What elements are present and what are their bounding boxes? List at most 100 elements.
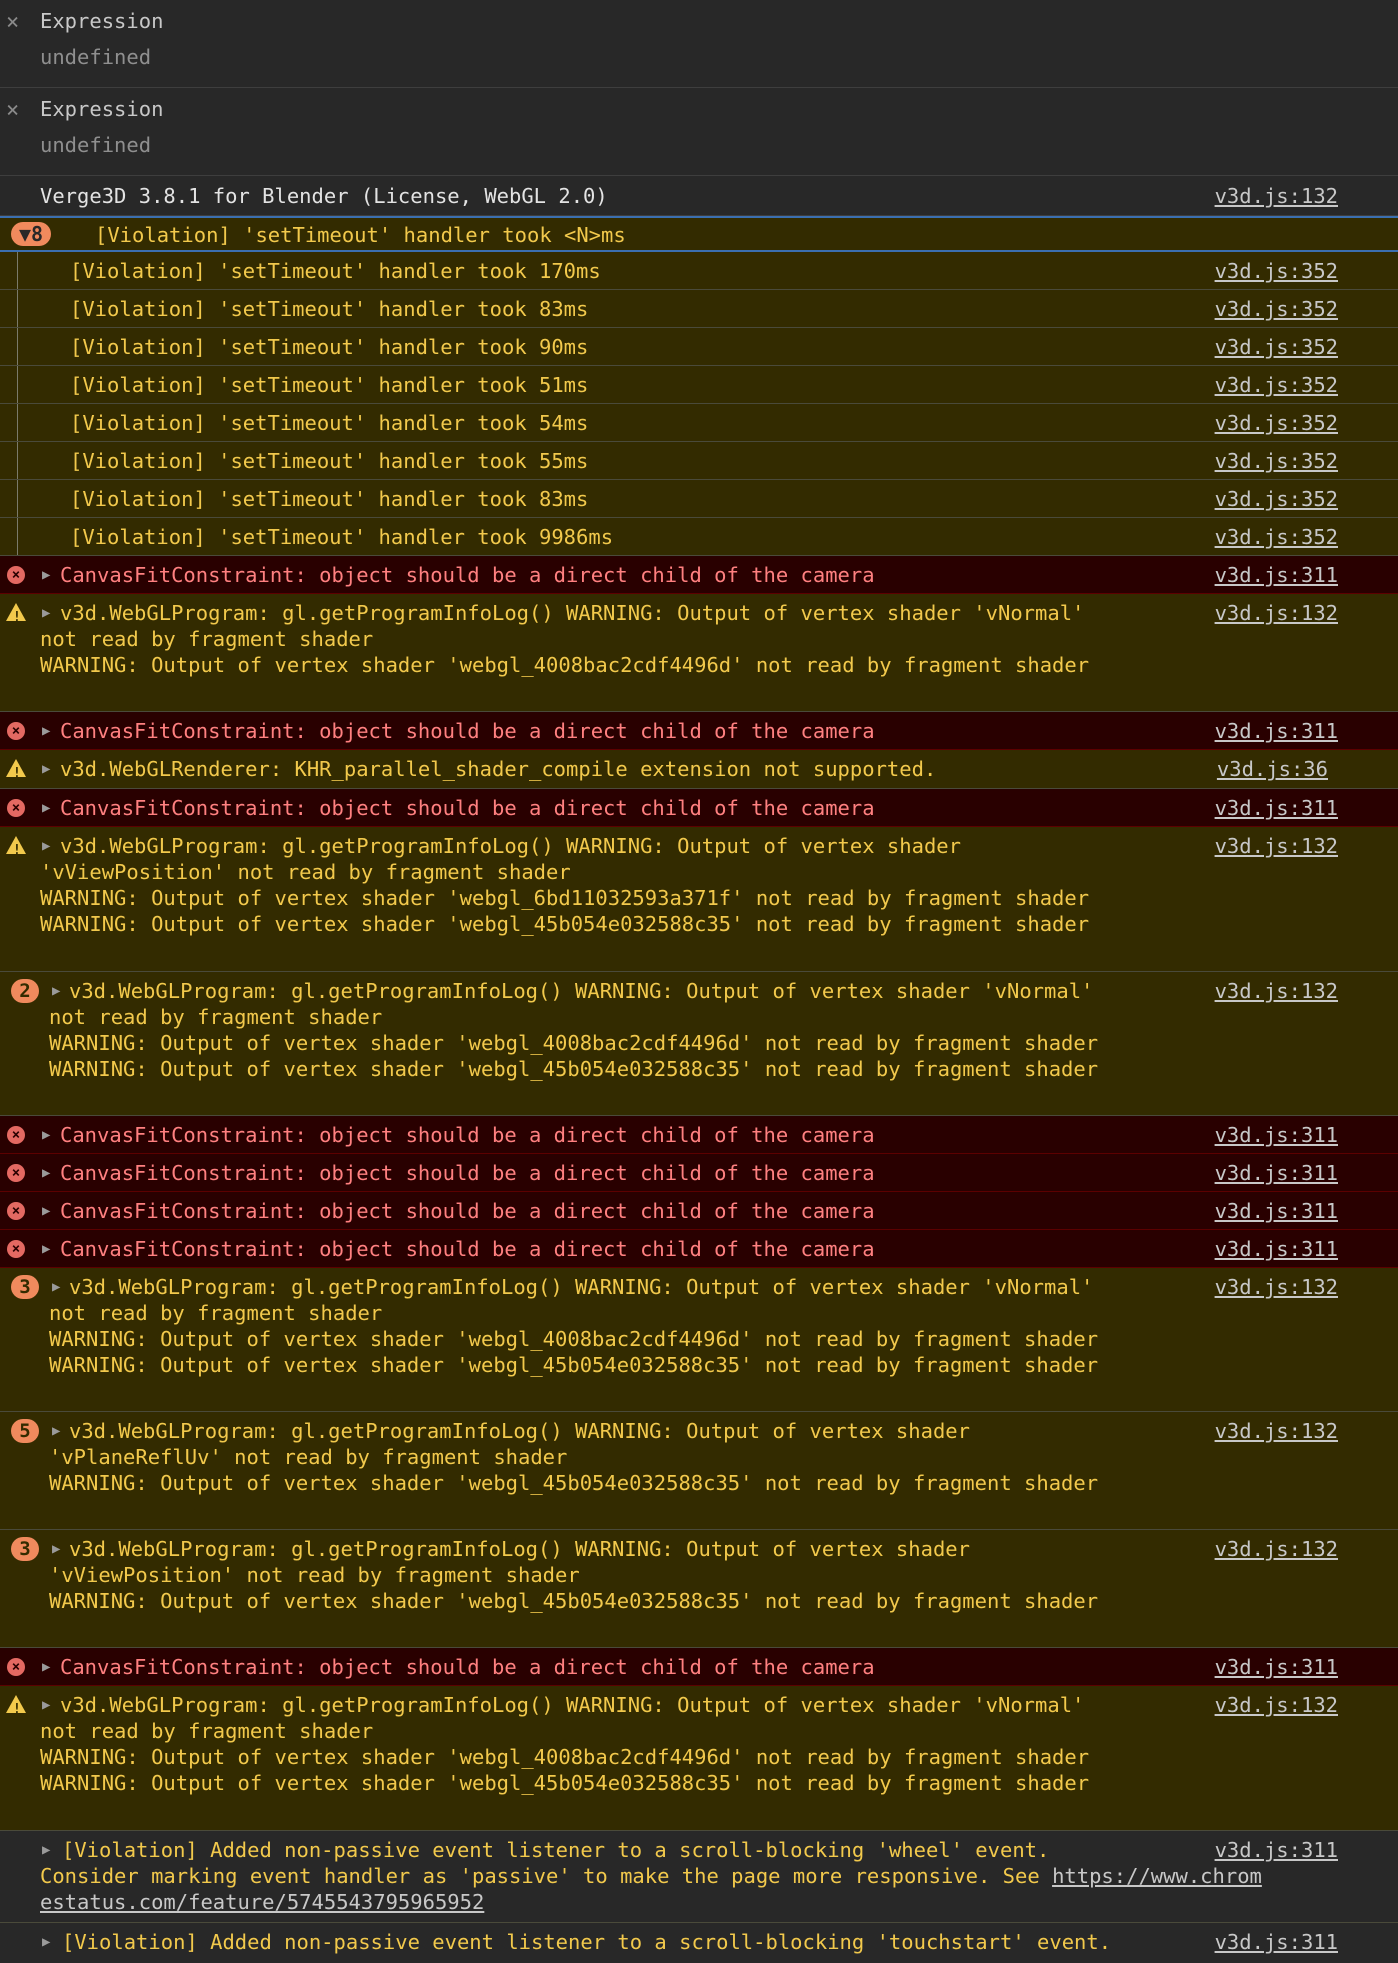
console-warning-message[interactable]: ! ▶ v3d.WebGLProgram: gl.getProgramInfoL…: [0, 827, 1398, 972]
source-link[interactable]: v3d.js:132: [1215, 183, 1338, 209]
console-warning-message[interactable]: ! ▶ v3d.WebGLProgram: gl.getProgramInfoL…: [0, 1686, 1398, 1831]
watch-expression-value: undefined: [40, 45, 152, 69]
source-link[interactable]: v3d.js:352: [1215, 448, 1338, 474]
source-link[interactable]: v3d.js:352: [1215, 524, 1338, 550]
source-link[interactable]: v3d.js:352: [1215, 258, 1338, 284]
documentation-link[interactable]: estatus.com/feature/5745543795965952: [40, 1889, 484, 1915]
source-link[interactable]: v3d.js:132: [1215, 1418, 1338, 1444]
expand-triangle-icon[interactable]: ▶: [42, 1236, 50, 1262]
console-error-message[interactable]: × ▶ CanvasFitConstraint: object should b…: [0, 1192, 1398, 1230]
message-text: CanvasFitConstraint: object should be a …: [60, 1123, 875, 1147]
console-group-header[interactable]: ▼8 [Violation] 'setTimeout' handler took…: [0, 216, 1398, 252]
source-link[interactable]: v3d.js:132: [1215, 1536, 1338, 1562]
expand-triangle-icon[interactable]: ▶: [42, 1837, 50, 1863]
message-line: v3d.WebGLProgram: gl.getProgramInfoLog()…: [60, 1693, 1085, 1717]
console-error-message[interactable]: × ▶ CanvasFitConstraint: object should b…: [0, 1116, 1398, 1154]
console-error-message[interactable]: × ▶ CanvasFitConstraint: object should b…: [0, 1648, 1398, 1686]
source-link[interactable]: v3d.js:132: [1215, 1692, 1338, 1718]
source-link[interactable]: v3d.js:132: [1215, 833, 1338, 859]
console-error-message[interactable]: × ▶ CanvasFitConstraint: object should b…: [0, 1230, 1398, 1268]
message-line: not read by fragment shader: [40, 1719, 374, 1743]
console-error-message[interactable]: × ▶ CanvasFitConstraint: object should b…: [0, 1154, 1398, 1192]
console-warning-message[interactable]: 3 ▶ v3d.WebGLProgram: gl.getProgramInfoL…: [0, 1530, 1398, 1648]
watch-expression-value: undefined: [40, 133, 152, 157]
expand-triangle-icon[interactable]: ▶: [42, 1160, 50, 1186]
source-link[interactable]: v3d.js:311: [1215, 1160, 1338, 1186]
repeat-count-badge: 3: [11, 1275, 39, 1299]
message-line: not read by fragment shader: [49, 1301, 383, 1325]
console-warning-message[interactable]: 5 ▶ v3d.WebGLProgram: gl.getProgramInfoL…: [0, 1412, 1398, 1530]
source-link[interactable]: v3d.js:311: [1215, 795, 1338, 821]
error-icon: ×: [7, 1658, 25, 1676]
message-line: WARNING: Output of vertex shader 'webgl_…: [49, 1589, 1099, 1613]
source-link[interactable]: v3d.js:311: [1215, 718, 1338, 744]
source-link[interactable]: v3d.js:352: [1215, 296, 1338, 322]
source-link[interactable]: v3d.js:311: [1215, 1198, 1338, 1224]
expand-triangle-icon[interactable]: ▶: [42, 562, 50, 588]
expand-triangle-icon[interactable]: ▶: [52, 1274, 60, 1300]
warning-icon: !: [6, 836, 26, 858]
console-error-message[interactable]: × ▶ CanvasFitConstraint: object should b…: [0, 556, 1398, 594]
console-group-item: [Violation] 'setTimeout' handler took 83…: [0, 290, 1398, 328]
message-text: CanvasFitConstraint: object should be a …: [60, 719, 875, 743]
source-link[interactable]: v3d.js:352: [1215, 372, 1338, 398]
message-line: WARNING: Output of vertex shader 'webgl_…: [40, 912, 1090, 936]
source-link[interactable]: v3d.js:352: [1215, 486, 1338, 512]
source-link[interactable]: v3d.js:132: [1215, 600, 1338, 626]
source-link[interactable]: v3d.js:311: [1215, 1654, 1338, 1680]
console-warning-message[interactable]: 2 ▶ v3d.WebGLProgram: gl.getProgramInfoL…: [0, 972, 1398, 1116]
source-link[interactable]: v3d.js:132: [1215, 1274, 1338, 1300]
message-text: CanvasFitConstraint: object should be a …: [60, 1655, 875, 1679]
source-link[interactable]: v3d.js:311: [1215, 1236, 1338, 1262]
message-line: not read by fragment shader: [49, 1005, 383, 1029]
console-error-message[interactable]: × ▶ CanvasFitConstraint: object should b…: [0, 712, 1398, 750]
console-violation-message[interactable]: ▶ [Violation] Added non-passive event li…: [0, 1831, 1398, 1923]
console-group-item: [Violation] 'setTimeout' handler took 99…: [0, 518, 1398, 556]
console-warning-message[interactable]: ! ▶ v3d.WebGLRenderer: KHR_parallel_shad…: [0, 750, 1398, 789]
watch-expression-name[interactable]: Expression: [40, 96, 163, 122]
group-count-badge[interactable]: ▼8: [11, 222, 52, 246]
error-icon: ×: [7, 1164, 25, 1182]
error-icon: ×: [7, 566, 25, 584]
expand-triangle-icon[interactable]: ▶: [52, 1536, 60, 1562]
expand-triangle-icon[interactable]: ▶: [42, 1692, 50, 1718]
expand-triangle-icon[interactable]: ▶: [42, 718, 50, 744]
error-icon: ×: [7, 1240, 25, 1258]
message-line: Consider marking event handler as 'passi…: [40, 1864, 1053, 1888]
watch-expression[interactable]: × Expression undefined: [0, 0, 1398, 88]
expand-triangle-icon[interactable]: ▶: [52, 1418, 60, 1444]
source-link[interactable]: v3d.js:311: [1215, 1837, 1338, 1863]
message-text: [Violation] 'setTimeout' handler took 83…: [70, 297, 589, 321]
expand-triangle-icon[interactable]: ▶: [42, 756, 50, 782]
close-icon[interactable]: ×: [6, 10, 19, 36]
console-warning-message[interactable]: 3 ▶ v3d.WebGLProgram: gl.getProgramInfoL…: [0, 1268, 1398, 1412]
close-icon[interactable]: ×: [6, 98, 19, 124]
repeat-count-badge: 5: [11, 1419, 39, 1443]
expand-triangle-icon[interactable]: ▶: [42, 795, 50, 821]
expand-triangle-icon[interactable]: ▶: [42, 1654, 50, 1680]
watch-expression[interactable]: × Expression undefined: [0, 88, 1398, 176]
source-link[interactable]: v3d.js:311: [1215, 1122, 1338, 1148]
expand-triangle-icon[interactable]: ▶: [42, 1122, 50, 1148]
console-warning-message[interactable]: ! ▶ v3d.WebGLProgram: gl.getProgramInfoL…: [0, 594, 1398, 712]
group-title: [Violation] 'setTimeout' handler took <N…: [95, 223, 626, 247]
expand-triangle-icon[interactable]: ▶: [42, 1929, 50, 1955]
source-link[interactable]: v3d.js:311: [1215, 1929, 1338, 1955]
expand-triangle-icon[interactable]: ▶: [42, 600, 50, 626]
expand-triangle-icon[interactable]: ▶: [42, 833, 50, 859]
message-line: v3d.WebGLProgram: gl.getProgramInfoLog()…: [60, 834, 961, 858]
source-link[interactable]: v3d.js:352: [1215, 334, 1338, 360]
message-line: WARNING: Output of vertex shader 'webgl_…: [40, 653, 1090, 677]
source-link[interactable]: v3d.js:132: [1215, 978, 1338, 1004]
console-violation-message[interactable]: ▶ [Violation] Added non-passive event li…: [0, 1923, 1398, 1963]
source-link[interactable]: v3d.js:352: [1215, 410, 1338, 436]
watch-expression-name[interactable]: Expression: [40, 8, 163, 34]
console-group-item: [Violation] 'setTimeout' handler took 83…: [0, 480, 1398, 518]
error-icon: ×: [7, 722, 25, 740]
source-link[interactable]: v3d.js:311: [1215, 562, 1338, 588]
expand-triangle-icon[interactable]: ▶: [42, 1198, 50, 1224]
expand-triangle-icon[interactable]: ▶: [52, 978, 60, 1004]
documentation-link[interactable]: https://www.chrom: [1052, 1864, 1262, 1888]
console-error-message[interactable]: × ▶ CanvasFitConstraint: object should b…: [0, 789, 1398, 827]
source-link[interactable]: v3d.js:36: [1217, 756, 1328, 782]
